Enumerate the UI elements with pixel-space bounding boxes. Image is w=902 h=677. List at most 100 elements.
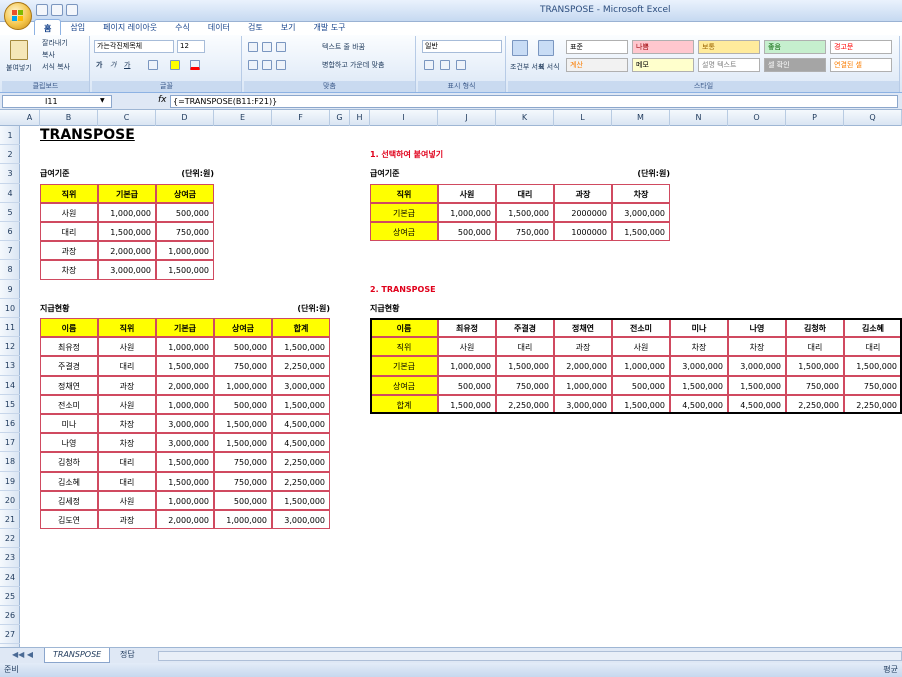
- row-header[interactable]: 8: [0, 260, 20, 280]
- table-cell[interactable]: 1,000,000: [156, 337, 214, 357]
- paste-button[interactable]: 붙여넣기: [6, 63, 32, 73]
- row-header[interactable]: 27: [0, 625, 20, 645]
- column-header[interactable]: E: [214, 110, 272, 126]
- paste-icon[interactable]: [10, 40, 28, 60]
- table-cell[interactable]: 1,500,000: [272, 490, 330, 510]
- tab-0[interactable]: 홈: [34, 19, 62, 35]
- table-cell[interactable]: 750,000: [214, 356, 272, 376]
- table-cell[interactable]: 과장: [40, 241, 98, 261]
- table-cell[interactable]: 상여금: [370, 375, 438, 395]
- table-cell[interactable]: 1,500,000: [670, 375, 728, 395]
- table-cell[interactable]: 1,000,000: [214, 510, 272, 530]
- formula-input[interactable]: {=TRANSPOSE(B11:F21)}: [170, 95, 898, 108]
- table-cell[interactable]: 1,500,000: [496, 202, 554, 222]
- row-header[interactable]: 26: [0, 606, 20, 626]
- row-header[interactable]: 14: [0, 376, 20, 395]
- table-cell[interactable]: 2,250,000: [786, 394, 844, 414]
- table-cell[interactable]: 나영: [728, 318, 786, 338]
- row-header[interactable]: 10: [0, 299, 20, 318]
- table-cell[interactable]: 750,000: [496, 375, 554, 395]
- table-cell[interactable]: 과장: [98, 510, 156, 530]
- column-header[interactable]: I: [370, 110, 438, 126]
- tab-1[interactable]: 삽입: [61, 19, 94, 35]
- table-cell[interactable]: 1,500,000: [728, 375, 786, 395]
- table-cell[interactable]: 4,500,000: [272, 414, 330, 434]
- table-header[interactable]: 과장: [554, 183, 612, 203]
- table-cell[interactable]: 1,500,000: [844, 356, 902, 376]
- table-cell[interactable]: 기본급: [370, 202, 438, 222]
- section-heading[interactable]: 2. TRANSPOSE: [370, 280, 590, 299]
- wrap-text-button[interactable]: 텍스트 줄 바꿈: [322, 42, 365, 52]
- table-cell[interactable]: 1,000,000: [156, 394, 214, 414]
- undo-icon[interactable]: [51, 4, 63, 16]
- table-cell[interactable]: 김도연: [40, 510, 98, 530]
- row-header[interactable]: 25: [0, 587, 20, 606]
- row-header[interactable]: 23: [0, 548, 20, 568]
- column-header[interactable]: C: [98, 110, 156, 126]
- table-cell[interactable]: 2,000,000: [156, 375, 214, 395]
- table-header[interactable]: 기본급: [98, 183, 156, 203]
- table-cell[interactable]: 미나: [40, 414, 98, 434]
- border-icon[interactable]: [148, 60, 158, 70]
- column-header[interactable]: H: [350, 110, 370, 126]
- align-top-icon[interactable]: [248, 42, 258, 52]
- cells[interactable]: TRANSPOSE 급여기준 (단위:원) 직위 기본급 상여금 사원 1,000,000 50…: [20, 126, 902, 647]
- sheet-nav-icon[interactable]: ◀◀ ◀ ▶ ▶▶: [4, 648, 44, 673]
- table-cell[interactable]: 1,000,000: [214, 375, 272, 395]
- table-caption[interactable]: 급여기준: [40, 164, 120, 183]
- table-cell[interactable]: 1,000,000: [156, 241, 214, 261]
- table-cell[interactable]: 2,250,000: [844, 394, 902, 414]
- table-cell[interactable]: 주결경: [40, 356, 98, 376]
- table-cell[interactable]: 500,000: [438, 222, 496, 242]
- row-header[interactable]: 19: [0, 472, 20, 491]
- table-cell[interactable]: 3,000,000: [612, 202, 670, 222]
- table-header[interactable]: 직위: [40, 183, 98, 203]
- table-cell[interactable]: 2,250,000: [272, 471, 330, 491]
- table-cell[interactable]: 정채연: [40, 375, 98, 395]
- table-caption[interactable]: 지급현황: [370, 299, 450, 318]
- comma-icon[interactable]: [456, 60, 466, 70]
- unit-label[interactable]: (단위:원): [156, 164, 214, 183]
- table-cell[interactable]: 750,000: [844, 375, 902, 395]
- section-heading[interactable]: 1. 선택하여 붙여넣기: [370, 145, 590, 164]
- tab-7[interactable]: 개발 도구: [304, 19, 354, 35]
- redo-icon[interactable]: [66, 4, 78, 16]
- table-header[interactable]: 상여금: [156, 183, 214, 203]
- table-cell[interactable]: 1,500,000: [214, 433, 272, 453]
- table-header[interactable]: 합계: [272, 318, 330, 338]
- column-header[interactable]: J: [438, 110, 496, 126]
- table-cell[interactable]: 대리: [98, 356, 156, 376]
- table-cell[interactable]: 750,000: [496, 222, 554, 242]
- table-cell[interactable]: 500,000: [214, 394, 272, 414]
- cell-style-item[interactable]: 메모: [632, 58, 694, 72]
- table-cell[interactable]: 대리: [844, 337, 902, 357]
- table-cell[interactable]: 2,250,000: [272, 452, 330, 472]
- table-cell[interactable]: 정채연: [554, 318, 612, 338]
- table-cell[interactable]: 김소혜: [844, 318, 902, 338]
- table-cell[interactable]: 2,000,000: [554, 356, 612, 376]
- table-header[interactable]: 직위: [370, 183, 438, 203]
- table-cell[interactable]: 1,000,000: [554, 375, 612, 395]
- table-cell[interactable]: 1,500,000: [156, 356, 214, 376]
- row-header[interactable]: 9: [0, 280, 20, 299]
- table-cell[interactable]: 3,000,000: [670, 356, 728, 376]
- table-cell[interactable]: 사원: [98, 394, 156, 414]
- row-header[interactable]: 20: [0, 491, 20, 510]
- table-cell[interactable]: 1,500,000: [786, 356, 844, 376]
- table-cell[interactable]: 500,000: [438, 375, 496, 395]
- table-header[interactable]: 사원: [438, 183, 496, 203]
- cell-style-item[interactable]: 좋음: [764, 40, 826, 54]
- column-header[interactable]: O: [728, 110, 786, 126]
- table-cell[interactable]: 김세정: [40, 490, 98, 510]
- table-cell[interactable]: 차장: [98, 433, 156, 453]
- table-cell[interactable]: 500,000: [156, 202, 214, 222]
- table-cell[interactable]: 차장: [40, 260, 98, 280]
- table-header[interactable]: 이름: [40, 318, 98, 338]
- unit-label[interactable]: (단위:원): [272, 299, 330, 318]
- tab-4[interactable]: 데이터: [199, 19, 239, 35]
- cell-style-item[interactable]: 나쁨: [632, 40, 694, 54]
- table-cell[interactable]: 3,000,000: [156, 414, 214, 434]
- align-left-icon[interactable]: [248, 60, 258, 70]
- table-cell[interactable]: 3,000,000: [98, 260, 156, 280]
- cell-style-item[interactable]: 계산: [566, 58, 628, 72]
